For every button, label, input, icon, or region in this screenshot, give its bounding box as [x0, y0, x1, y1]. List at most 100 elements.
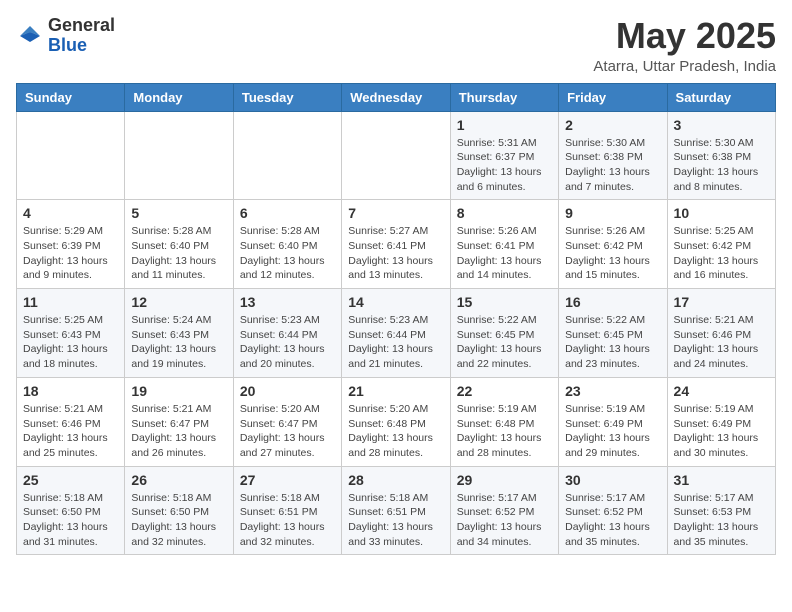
day-number: 6 — [240, 205, 335, 221]
day-info: Sunrise: 5:18 AM Sunset: 6:50 PM Dayligh… — [23, 491, 118, 550]
day-cell: 27 Sunrise: 5:18 AM Sunset: 6:51 PM Dayli… — [233, 466, 341, 555]
day-info: Sunrise: 5:27 AM Sunset: 6:41 PM Dayligh… — [348, 224, 443, 283]
day-cell: 13 Sunrise: 5:23 AM Sunset: 6:44 PM Dayli… — [233, 289, 341, 378]
day-number: 28 — [348, 472, 443, 488]
day-number: 5 — [131, 205, 226, 221]
day-info: Sunrise: 5:30 AM Sunset: 6:38 PM Dayligh… — [674, 136, 769, 195]
day-info: Sunrise: 5:29 AM Sunset: 6:39 PM Dayligh… — [23, 224, 118, 283]
day-number: 13 — [240, 294, 335, 310]
day-cell: 11 Sunrise: 5:25 AM Sunset: 6:43 PM Dayli… — [17, 289, 125, 378]
logo-icon — [16, 22, 44, 50]
day-number: 19 — [131, 383, 226, 399]
calendar-table: SundayMondayTuesdayWednesdayThursdayFrid… — [16, 83, 776, 556]
day-cell: 16 Sunrise: 5:22 AM Sunset: 6:45 PM Dayli… — [559, 289, 667, 378]
day-info: Sunrise: 5:26 AM Sunset: 6:42 PM Dayligh… — [565, 224, 660, 283]
day-info: Sunrise: 5:18 AM Sunset: 6:50 PM Dayligh… — [131, 491, 226, 550]
day-info: Sunrise: 5:17 AM Sunset: 6:52 PM Dayligh… — [565, 491, 660, 550]
day-number: 25 — [23, 472, 118, 488]
day-info: Sunrise: 5:23 AM Sunset: 6:44 PM Dayligh… — [240, 313, 335, 372]
day-info: Sunrise: 5:21 AM Sunset: 6:46 PM Dayligh… — [674, 313, 769, 372]
day-number: 21 — [348, 383, 443, 399]
day-cell: 31 Sunrise: 5:17 AM Sunset: 6:53 PM Dayli… — [667, 466, 775, 555]
day-number: 29 — [457, 472, 552, 488]
day-number: 27 — [240, 472, 335, 488]
week-row-2: 4Sunrise: 5:29 AM Sunset: 6:39 PM Daylig… — [17, 200, 776, 289]
day-cell: 3 Sunrise: 5:30 AM Sunset: 6:38 PM Daylig… — [667, 111, 775, 200]
week-row-4: 18 Sunrise: 5:21 AM Sunset: 6:46 PM Dayli… — [17, 377, 776, 466]
day-info: Sunrise: 5:20 AM Sunset: 6:48 PM Dayligh… — [348, 402, 443, 461]
day-number: 20 — [240, 383, 335, 399]
day-cell: 28 Sunrise: 5:18 AM Sunset: 6:51 PM Dayli… — [342, 466, 450, 555]
day-info: Sunrise: 5:17 AM Sunset: 6:52 PM Dayligh… — [457, 491, 552, 550]
day-number: 31 — [674, 472, 769, 488]
day-info: Sunrise: 5:25 AM Sunset: 6:42 PM Dayligh… — [674, 224, 769, 283]
day-number: 16 — [565, 294, 660, 310]
day-cell: 15Sunrise: 5:22 AM Sunset: 6:45 PM Dayli… — [450, 289, 558, 378]
day-cell: 5Sunrise: 5:28 AM Sunset: 6:40 PM Daylig… — [125, 200, 233, 289]
day-cell: 30 Sunrise: 5:17 AM Sunset: 6:52 PM Dayli… — [559, 466, 667, 555]
week-row-3: 11 Sunrise: 5:25 AM Sunset: 6:43 PM Dayli… — [17, 289, 776, 378]
day-cell: 8Sunrise: 5:26 AM Sunset: 6:41 PM Daylig… — [450, 200, 558, 289]
week-row-1: 1Sunrise: 5:31 AM Sunset: 6:37 PM Daylig… — [17, 111, 776, 200]
day-cell: 29 Sunrise: 5:17 AM Sunset: 6:52 PM Dayli… — [450, 466, 558, 555]
day-cell: 19Sunrise: 5:21 AM Sunset: 6:47 PM Dayli… — [125, 377, 233, 466]
day-number: 11 — [23, 294, 118, 310]
page-header: General Blue May 2025 Atarra, Uttar Prad… — [16, 16, 776, 75]
day-number: 30 — [565, 472, 660, 488]
day-header-friday: Friday — [559, 83, 667, 111]
location: Atarra, Uttar Pradesh, India — [593, 58, 776, 75]
day-cell — [233, 111, 341, 200]
day-cell: 14Sunrise: 5:23 AM Sunset: 6:44 PM Dayli… — [342, 289, 450, 378]
day-cell: 21 Sunrise: 5:20 AM Sunset: 6:48 PM Dayli… — [342, 377, 450, 466]
day-number: 3 — [674, 117, 769, 133]
day-number: 17 — [674, 294, 769, 310]
day-cell: 9 Sunrise: 5:26 AM Sunset: 6:42 PM Daylig… — [559, 200, 667, 289]
day-cell — [125, 111, 233, 200]
day-cell: 12Sunrise: 5:24 AM Sunset: 6:43 PM Dayli… — [125, 289, 233, 378]
day-cell: 17 Sunrise: 5:21 AM Sunset: 6:46 PM Dayli… — [667, 289, 775, 378]
day-number: 24 — [674, 383, 769, 399]
title-block: May 2025 Atarra, Uttar Pradesh, India — [593, 16, 776, 75]
day-header-wednesday: Wednesday — [342, 83, 450, 111]
day-info: Sunrise: 5:17 AM Sunset: 6:53 PM Dayligh… — [674, 491, 769, 550]
day-info: Sunrise: 5:24 AM Sunset: 6:43 PM Dayligh… — [131, 313, 226, 372]
day-info: Sunrise: 5:22 AM Sunset: 6:45 PM Dayligh… — [565, 313, 660, 372]
logo: General Blue — [16, 16, 115, 56]
day-info: Sunrise: 5:19 AM Sunset: 6:49 PM Dayligh… — [674, 402, 769, 461]
month-title: May 2025 — [593, 16, 776, 56]
day-number: 1 — [457, 117, 552, 133]
day-info: Sunrise: 5:22 AM Sunset: 6:45 PM Dayligh… — [457, 313, 552, 372]
day-cell: 6Sunrise: 5:28 AM Sunset: 6:40 PM Daylig… — [233, 200, 341, 289]
day-number: 14 — [348, 294, 443, 310]
day-header-thursday: Thursday — [450, 83, 558, 111]
day-info: Sunrise: 5:21 AM Sunset: 6:46 PM Dayligh… — [23, 402, 118, 461]
day-cell — [342, 111, 450, 200]
day-cell: 24 Sunrise: 5:19 AM Sunset: 6:49 PM Dayli… — [667, 377, 775, 466]
day-cell: 26 Sunrise: 5:18 AM Sunset: 6:50 PM Dayli… — [125, 466, 233, 555]
day-cell: 25 Sunrise: 5:18 AM Sunset: 6:50 PM Dayli… — [17, 466, 125, 555]
day-number: 7 — [348, 205, 443, 221]
day-header-tuesday: Tuesday — [233, 83, 341, 111]
day-info: Sunrise: 5:18 AM Sunset: 6:51 PM Dayligh… — [348, 491, 443, 550]
day-info: Sunrise: 5:25 AM Sunset: 6:43 PM Dayligh… — [23, 313, 118, 372]
day-header-saturday: Saturday — [667, 83, 775, 111]
day-cell: 22 Sunrise: 5:19 AM Sunset: 6:48 PM Dayli… — [450, 377, 558, 466]
day-cell: 4Sunrise: 5:29 AM Sunset: 6:39 PM Daylig… — [17, 200, 125, 289]
day-info: Sunrise: 5:20 AM Sunset: 6:47 PM Dayligh… — [240, 402, 335, 461]
day-number: 22 — [457, 383, 552, 399]
day-info: Sunrise: 5:19 AM Sunset: 6:48 PM Dayligh… — [457, 402, 552, 461]
day-cell: 18 Sunrise: 5:21 AM Sunset: 6:46 PM Dayli… — [17, 377, 125, 466]
day-info: Sunrise: 5:18 AM Sunset: 6:51 PM Dayligh… — [240, 491, 335, 550]
calendar-header-row: SundayMondayTuesdayWednesdayThursdayFrid… — [17, 83, 776, 111]
day-number: 18 — [23, 383, 118, 399]
day-number: 9 — [565, 205, 660, 221]
day-number: 26 — [131, 472, 226, 488]
day-cell: 23Sunrise: 5:19 AM Sunset: 6:49 PM Dayli… — [559, 377, 667, 466]
day-number: 10 — [674, 205, 769, 221]
day-cell — [17, 111, 125, 200]
day-header-sunday: Sunday — [17, 83, 125, 111]
day-cell: 20 Sunrise: 5:20 AM Sunset: 6:47 PM Dayli… — [233, 377, 341, 466]
day-number: 23 — [565, 383, 660, 399]
day-info: Sunrise: 5:30 AM Sunset: 6:38 PM Dayligh… — [565, 136, 660, 195]
day-cell: 7 Sunrise: 5:27 AM Sunset: 6:41 PM Daylig… — [342, 200, 450, 289]
